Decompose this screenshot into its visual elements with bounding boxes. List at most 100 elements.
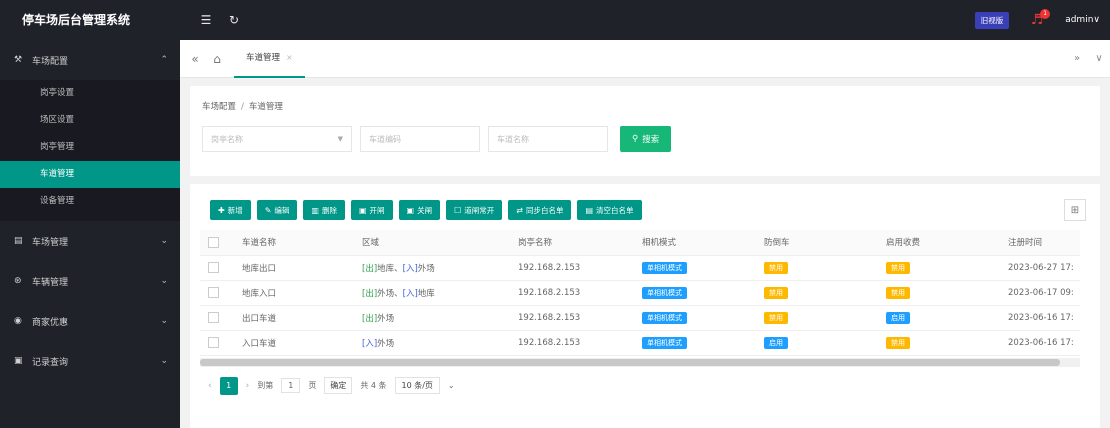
page-size-select[interactable]: 10 条/页 <box>394 377 440 394</box>
delete-button[interactable]: ▥ 删除 <box>303 200 345 220</box>
column-header[interactable]: 启用收费 <box>878 230 1000 256</box>
edit-button[interactable]: ✎ 编辑 <box>256 200 298 220</box>
table-row[interactable]: 出口车道 [出]外场 192.168.2.153 单相机模式 禁用 启用 2023-06-1… <box>200 305 1080 331</box>
sidebar-group-1[interactable]: ▤ 车场管理 ⌄ <box>0 221 180 261</box>
row-checkbox[interactable] <box>208 337 219 348</box>
toolbar-button-label: 同步白名单 <box>525 205 564 215</box>
current-page[interactable]: 1 <box>219 376 238 395</box>
register-time: 2023-06-16 17: <box>1000 305 1080 331</box>
column-header[interactable]: 岗亭名称 <box>510 230 634 256</box>
area-part: [出] <box>362 263 378 274</box>
tab-close-icon[interactable]: × <box>286 39 293 77</box>
row-checkbox[interactable] <box>208 262 219 273</box>
old-version-button[interactable]: 旧视版 <box>974 11 1010 29</box>
horizontal-scrollbar[interactable] <box>200 357 1080 367</box>
anti-back-tag: 禁用 <box>764 311 788 324</box>
close-gate-button[interactable]: ▣ 关闸 <box>398 200 441 220</box>
camera-mode: 单相机模式 <box>634 255 756 281</box>
tabs-prev-icon[interactable]: « <box>184 52 206 66</box>
fee-tag: 启用 <box>886 311 910 324</box>
clear-whitelist-button[interactable]: ▤ 清空白名单 <box>577 200 642 220</box>
breadcrumb-current: 车道管理 <box>248 102 283 112</box>
top-bar: ☰ ↻ 旧视版 ♬ 1 admin∨ <box>180 0 1110 40</box>
camera-mode-tag: 单相机模式 <box>642 261 687 274</box>
goto-page-input[interactable]: 1 <box>281 378 301 393</box>
refresh-icon[interactable]: ↻ <box>220 13 248 27</box>
column-filter-icon[interactable]: ⊞ <box>1064 199 1086 221</box>
anti-back-tag: 启用 <box>764 336 788 349</box>
sidebar-group-label: 车场管理 <box>32 237 69 248</box>
register-time: 2023-06-16 17: <box>1000 330 1080 356</box>
area-part: 地库、 <box>377 263 403 274</box>
table-row[interactable]: 地库出口 [出]地库、[入]外场 192.168.2.153 单相机模式 禁用 禁用 202… <box>200 255 1080 281</box>
row-select-cell <box>200 280 234 306</box>
chevron-icon: ⌄ <box>160 276 168 286</box>
chevron-icon: ⌄ <box>160 316 168 326</box>
home-icon[interactable]: ⌂ <box>206 52 228 66</box>
breadcrumb-parent[interactable]: 车场配置 <box>202 102 236 112</box>
lane-name-input[interactable]: 车道名称 <box>488 126 608 152</box>
next-page-icon[interactable]: › <box>246 381 250 391</box>
toolbar-button-label: 新增 <box>227 205 243 215</box>
select-all-cell <box>200 230 234 256</box>
booth-select[interactable]: 岗亭名称 ▼ <box>202 126 352 152</box>
add-button[interactable]: ✚ 新增 <box>210 200 251 220</box>
sidebar-item-0[interactable]: 岗亭设置 <box>0 80 180 107</box>
tab-lane-management[interactable]: 车道管理 × <box>234 40 305 78</box>
sync-whitelist-button[interactable]: ⇄ 同步白名单 <box>508 200 572 220</box>
menu-toggle-icon[interactable]: ☰ <box>192 13 220 27</box>
sidebar-group-2[interactable]: ⊛ 车辆管理 ⌄ <box>0 261 180 301</box>
sidebar-group-3[interactable]: ◉ 商家优惠 ⌄ <box>0 301 180 341</box>
row-checkbox[interactable] <box>208 287 219 298</box>
table-body: 地库出口 [出]地库、[入]外场 192.168.2.153 单相机模式 禁用 禁用 202… <box>200 255 1080 356</box>
camera-mode-tag: 单相机模式 <box>642 286 687 299</box>
table-row[interactable]: 地库入口 [出]外场、[入]地库 192.168.2.153 单相机模式 禁用 禁用 202… <box>200 280 1080 306</box>
parking-icon: ▤ <box>14 236 23 246</box>
tabs-next-icon[interactable]: » <box>1066 53 1088 64</box>
open-gate-button[interactable]: ▣ 开闸 <box>350 200 393 220</box>
chevron-down-icon: ⌄ <box>447 381 455 390</box>
breadcrumb-separator: / <box>241 102 244 112</box>
lane-code-input[interactable]: 车道编码 <box>360 126 480 152</box>
table-header-row: 车道名称 区域 岗亭名称 相机模式 防倒车 启用收费 注册时间 <box>200 230 1080 256</box>
column-header[interactable]: 区域 <box>354 230 510 256</box>
search-button[interactable]: ⚲ 搜索 <box>620 126 672 152</box>
column-header[interactable]: 车道名称 <box>234 230 354 256</box>
records-icon: ▣ <box>14 356 23 366</box>
gate-always-open-icon: ☐ <box>454 205 462 215</box>
page-unit-label: 页 <box>308 381 317 390</box>
add-icon: ✚ <box>218 205 225 215</box>
fee-enabled: 禁用 <box>878 280 1000 306</box>
table-row[interactable]: 入口车道 [入]外场 192.168.2.153 单相机模式 启用 禁用 2023-06-1… <box>200 330 1080 356</box>
chevron-icon: ⌃ <box>160 55 168 65</box>
area-part: 外场 <box>377 338 395 349</box>
toolbar-button-label: 道闸常开 <box>464 205 495 215</box>
pagination: ‹ 1 › 到第 1 页 确定 共 4 条 10 条/页 ⌄ <box>200 376 1090 395</box>
sidebar-item-1[interactable]: 场区设置 <box>0 107 180 134</box>
sidebar-item-4[interactable]: 设备管理 <box>0 188 180 215</box>
scrollbar-thumb[interactable] <box>200 358 1060 366</box>
lane-name: 地库入口 <box>234 280 354 306</box>
fee-tag: 禁用 <box>886 286 910 299</box>
select-all-checkbox[interactable] <box>208 236 219 248</box>
sidebar-group-0[interactable]: ⚒ 车场配置 ⌃ <box>0 40 180 80</box>
user-menu[interactable]: admin∨ <box>1065 15 1100 25</box>
sidebar-item-2[interactable]: 岗亭管理 <box>0 134 180 161</box>
sidebar-group-4[interactable]: ▣ 记录查询 ⌄ <box>0 341 180 381</box>
sidebar-item-3[interactable]: 车道管理 <box>0 161 180 188</box>
chevron-down-icon: ▼ <box>337 135 343 143</box>
column-header[interactable]: 注册时间 <box>1000 230 1080 256</box>
booth-name: 192.168.2.153 <box>510 305 634 331</box>
area: [出]外场 <box>354 305 510 331</box>
notification-bell-icon[interactable]: ♬ 1 <box>1027 9 1051 28</box>
column-header[interactable]: 防倒车 <box>756 230 878 256</box>
row-checkbox[interactable] <box>208 312 219 323</box>
gate-always-open-button[interactable]: ☐ 道闸常开 <box>446 200 503 220</box>
tabs-menu-icon[interactable]: ∨ <box>1088 53 1110 64</box>
booth-name: 192.168.2.153 <box>510 255 634 281</box>
goto-confirm-button[interactable]: 确定 <box>324 377 353 394</box>
column-header[interactable]: 相机模式 <box>634 230 756 256</box>
toolbar-button-label: 关闸 <box>417 205 433 215</box>
edit-icon: ✎ <box>264 205 272 215</box>
prev-page-icon[interactable]: ‹ <box>208 381 212 391</box>
